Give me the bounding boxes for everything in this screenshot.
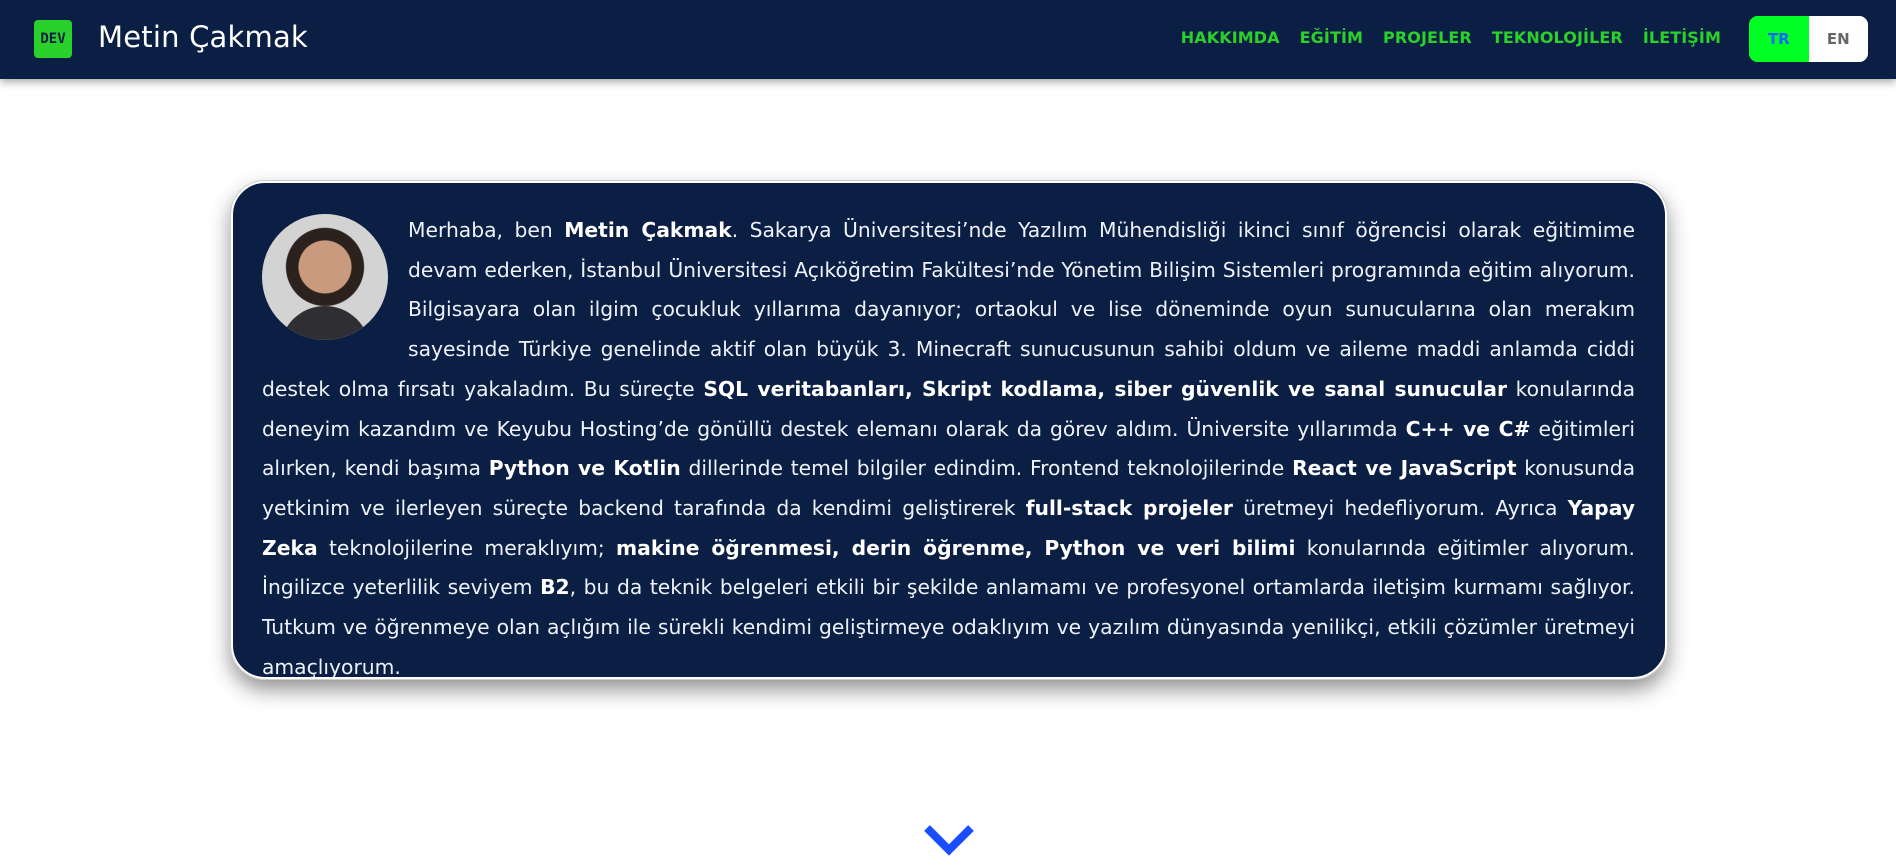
- nav-links: HAKKIMDA EĞİTİM PROJELER TEKNOLOJİLER İL…: [1181, 28, 1721, 47]
- about-text: Merhaba, ben Metin Çakmak. Sakarya Ünive…: [262, 211, 1635, 687]
- about-text-segment: teknolojilerine meraklıyım;: [317, 535, 616, 560]
- about-text-highlight: full-stack projeler: [1025, 495, 1233, 520]
- nav-link-iletisim[interactable]: İLETİŞİM: [1643, 28, 1721, 47]
- language-switch: TR EN: [1749, 16, 1868, 62]
- logo-badge[interactable]: DEV: [34, 20, 72, 58]
- about-text-highlight: SQL veritabanları, Skript kodlama, siber…: [703, 376, 1507, 401]
- about-text-highlight: Python ve Kotlin: [488, 456, 681, 481]
- about-text-segment: üretmeyi hedefliyorum. Ayrıca: [1232, 495, 1568, 520]
- nav-link-hakkimda[interactable]: HAKKIMDA: [1181, 28, 1280, 47]
- chevron-down-icon: [924, 825, 974, 856]
- about-text-segment: dillerinde temel bilgiler edindim. Front…: [680, 456, 1293, 481]
- lang-tr-button[interactable]: TR: [1749, 16, 1809, 62]
- about-text-highlight: React ve JavaScript: [1292, 456, 1517, 481]
- nav-link-projeler[interactable]: PROJELER: [1383, 28, 1472, 47]
- about-text-highlight: C++ ve C#: [1405, 416, 1531, 441]
- nav-link-egitim[interactable]: EĞİTİM: [1300, 28, 1363, 47]
- profile-avatar: [262, 214, 388, 340]
- about-text-segment: . Sakarya Üniversitesi’nde Yazılım Mühen…: [262, 218, 1635, 401]
- brand-name[interactable]: Metin Çakmak: [98, 20, 308, 54]
- about-text-highlight: makine öğrenmesi, derin öğrenme, Python …: [616, 535, 1296, 560]
- nav-link-teknolojiler[interactable]: TEKNOLOJİLER: [1492, 28, 1623, 47]
- about-text-segment: Merhaba, ben: [408, 218, 565, 242]
- navbar: DEV Metin Çakmak HAKKIMDA EĞİTİM PROJELE…: [0, 0, 1896, 79]
- scroll-down-button[interactable]: [922, 822, 976, 858]
- about-card: Merhaba, ben Metin Çakmak. Sakarya Ünive…: [230, 180, 1668, 680]
- about-text-highlight: Metin Çakmak: [564, 218, 732, 242]
- lang-en-button[interactable]: EN: [1808, 16, 1868, 62]
- avatar-shirt: [280, 306, 370, 340]
- about-text-highlight: B2: [540, 575, 570, 600]
